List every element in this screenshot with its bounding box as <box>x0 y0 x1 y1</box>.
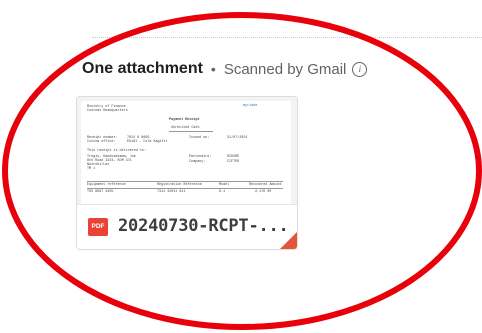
separator-dot: • <box>210 61 216 77</box>
doc-row-v2: 7311 42011 811 <box>157 190 186 194</box>
doc-rule <box>169 131 213 132</box>
doc-logo: myriade <box>243 104 258 108</box>
doc-station-label: Custom office: <box>87 140 116 144</box>
pdf-icon: PDF <box>88 218 108 236</box>
attachment-footer[interactable]: PDF 20240730-RCPT-... <box>77 204 297 249</box>
document-thumbnail: Ministry of Finance Customs Headquarters… <box>81 101 291 204</box>
doc-payee-line4: TM 1 <box>87 167 96 171</box>
doc-col3: Model <box>219 183 230 187</box>
doc-col1: Equipment reference <box>87 183 126 187</box>
doc-issue-label: Issued on: <box>189 136 210 140</box>
attachment-card[interactable]: Ministry of Finance Customs Headquarters… <box>76 96 298 250</box>
attachment-preview[interactable]: Ministry of Finance Customs Headquarters… <box>77 97 297 204</box>
doc-org-line2: Customs Headquarters <box>87 109 128 113</box>
doc-table-rule <box>87 181 283 182</box>
doc-company-value: CIFTER <box>227 160 240 164</box>
attachment-filename[interactable]: 20240730-RCPT-... <box>118 216 289 236</box>
doc-table-rule2 <box>87 188 283 189</box>
doc-col2: Registration Reference <box>157 183 202 187</box>
divider <box>92 37 482 38</box>
info-icon[interactable]: i <box>352 61 368 77</box>
doc-row-v4: 2,176 00 <box>255 190 272 194</box>
doc-issue-value: 31/07/2024 <box>227 136 248 140</box>
doc-partner-label: Partenaire: <box>189 155 212 159</box>
doc-company-label: Company: <box>189 160 206 164</box>
page-fold-corner <box>279 232 297 249</box>
doc-row-v1: TX5 8697 4455 <box>87 190 114 194</box>
attachments-header: One attachment • Scanned by Gmail i <box>82 57 368 81</box>
doc-col4: Recovered Amount <box>249 183 282 187</box>
doc-title: Payment Receipt <box>169 118 200 122</box>
doc-subtitle: Unrecited Cash <box>171 126 200 130</box>
doc-row-v3: K.1 <box>219 190 226 194</box>
doc-station-value: E6161 - Cola Kagifir <box>127 140 168 144</box>
attachments-title: One attachment <box>82 60 203 77</box>
doc-partner-value: RIDORE <box>227 155 240 159</box>
doc-issued-to-label: This receipt is delivered to: <box>87 149 147 153</box>
scanned-by-gmail-label: Scanned by Gmail <box>223 60 347 78</box>
